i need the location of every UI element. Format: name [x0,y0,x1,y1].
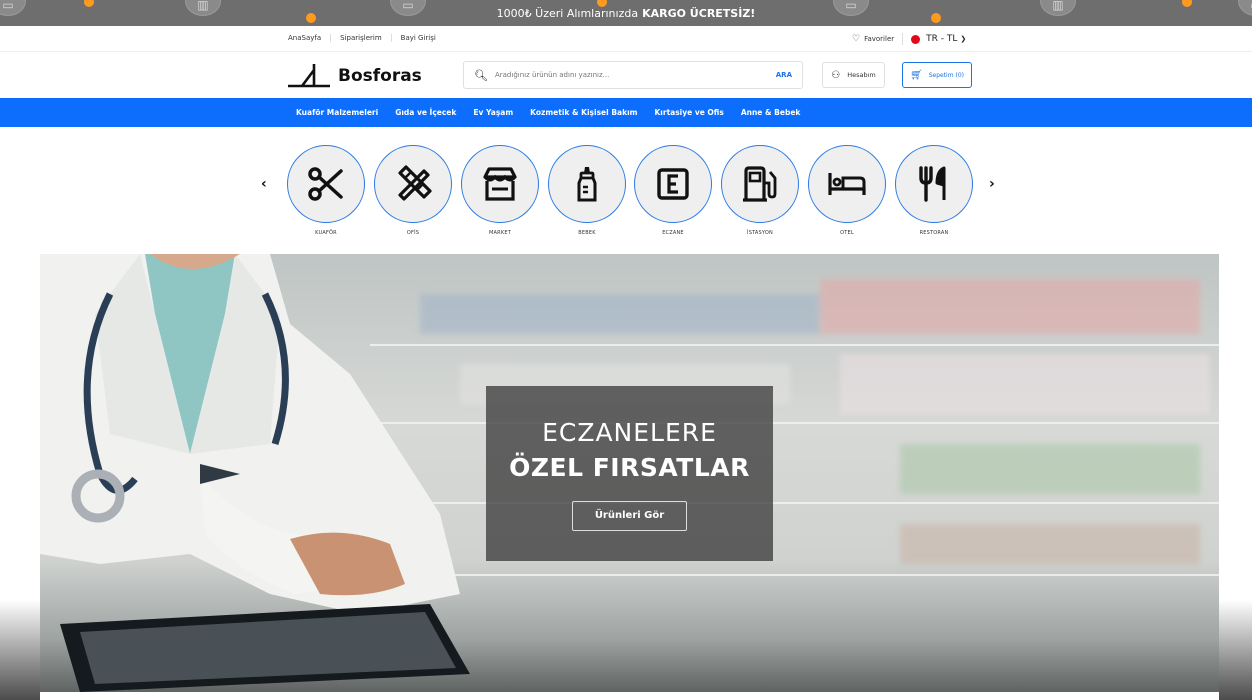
sector-label: KUAFÖR [315,230,337,236]
cart-button[interactable]: 🛒︎ Sepetim (0) [902,62,972,88]
view-products-button[interactable]: Ürünleri Gör [572,501,687,531]
sector-circle [721,145,799,223]
bed-icon [828,173,866,195]
search-button[interactable]: ARA [776,71,792,79]
chevron-left-icon[interactable]: ‹ [261,176,267,192]
sector-circle [461,145,539,223]
pharmacy-icon [657,168,689,200]
sector-label: İSTASYON [747,230,773,236]
sector-item[interactable]: KUAFÖR [287,145,365,236]
announcement-bar: ▭ ▥ ▭ 1000₺ Üzeri Alımlarınızda KARGO ÜC… [0,0,1252,26]
decor-dot [931,13,941,23]
sector-circle [548,145,626,223]
sector-circle [895,145,973,223]
language-currency-select[interactable]: TR - TL [926,34,957,44]
cart-icon: 🛒︎ [910,69,923,81]
sector-item[interactable]: BEBEK [548,145,626,236]
link-home[interactable]: AnaSayfa [288,34,332,42]
category-food-drink[interactable]: Gıda ve İçecek [395,108,456,117]
decor-dot [84,0,94,7]
user-icon: ⚇ [831,69,841,81]
sector-label: MARKET [489,230,511,236]
turkey-flag-icon [911,34,921,44]
search-icon[interactable]: 🔍︎ [474,69,488,82]
logo-mark-icon [288,64,330,88]
store-icon [483,167,517,201]
search-input[interactable] [494,71,776,79]
sector-label: RESTORAN [919,230,949,236]
sector-item[interactable]: İSTASYON [721,145,799,236]
sector-item[interactable]: MARKET [461,145,539,236]
hero-banner[interactable]: ECZANELERE ÖZEL FIRSATLAR Ürünleri Gör [40,254,1219,692]
fork-knife-icon [919,166,946,202]
page-edge-shadow [1219,600,1252,700]
gift-icon: ▭ [390,0,426,16]
top-nav: AnaSayfa Siparişlerim Bayi Girişi ♡ Favo… [0,26,1252,52]
gift-icon: ▭ [0,0,26,16]
logo[interactable]: Bosforas [286,62,422,90]
search-box: 🔍︎ ARA [463,61,803,89]
category-home-living[interactable]: Ev Yaşam [473,108,513,117]
gift-icon: ▥ [1040,0,1076,16]
office-tools-icon [398,165,432,201]
chevron-down-icon[interactable]: ❯ [960,35,966,43]
top-nav-right: ♡ Favoriler TR - TL ❯ [852,33,966,45]
hero-title-line2: ÖZEL FIRSATLAR [509,453,750,482]
page-edge-shadow [0,600,40,700]
category-bar: Kuaför Malzemeleri Gıda ve İçecek Ev Yaş… [0,98,1252,127]
sector-circle [374,145,452,223]
link-orders[interactable]: Siparişlerim [331,34,392,42]
shelf-blur [900,444,1200,494]
link-dealer-login[interactable]: Bayi Girişi [392,34,445,42]
site-header: Bosforas 🔍︎ ARA ⚇ Hesabım 🛒︎ Sepetim (0) [0,52,1252,98]
sector-circle [808,145,886,223]
scissors-icon [308,167,343,201]
decor-dot [1182,0,1192,7]
sector-label: OFİS [406,230,420,236]
top-nav-links: AnaSayfa Siparişlerim Bayi Girişi [288,34,445,42]
sector-circle [287,145,365,223]
sector-label: OTEL [840,230,854,236]
divider [902,33,904,45]
shelf-blur [900,524,1200,564]
gift-icon: ▭ [833,0,869,16]
sector-item[interactable]: RESTORAN [895,145,973,236]
logo-text: Bosforas [338,66,422,86]
announcement-text: 1000₺ Üzeri Alımlarınızda [496,6,639,20]
hero-title-line1: ECZANELERE [542,418,717,447]
gift-icon: ▭ [1238,0,1252,16]
favorites-link[interactable]: Favoriler [864,35,894,43]
sector-label: ECZANE [662,230,684,236]
baby-bottle-icon [577,167,597,202]
heart-icon[interactable]: ♡ [852,34,860,44]
sector-carousel: ‹ KUAFÖR OFİS MARKET BEBEK ECZANE İSTASY… [0,140,1252,240]
hero-promo-box: ECZANELERE ÖZEL FIRSATLAR Ürünleri Gör [486,386,773,561]
gift-icon: ▥ [185,0,221,16]
announcement-highlight: KARGO ÜCRETSİZ! [642,6,756,20]
category-stationery[interactable]: Kırtasiye ve Ofis [654,108,723,117]
doctor-illustration [40,254,470,692]
decor-dot [306,13,316,23]
sector-item[interactable]: OFİS [374,145,452,236]
category-cosmetics[interactable]: Kozmetik & Kişisel Bakım [530,108,637,117]
cart-label: Sepetim (0) [928,71,964,79]
sector-label: BEBEK [578,230,596,236]
shelf-blur [820,279,1200,334]
sector-circle [634,145,712,223]
shelf-blur [840,354,1210,414]
account-label: Hesabım [847,71,876,79]
sector-item[interactable]: ECZANE [634,145,712,236]
category-hairdresser[interactable]: Kuaför Malzemeleri [296,108,378,117]
fuel-pump-icon [743,166,777,202]
category-mother-baby[interactable]: Anne & Bebek [741,108,801,117]
sector-item[interactable]: OTEL [808,145,886,236]
chevron-right-icon[interactable]: › [989,176,995,192]
account-button[interactable]: ⚇ Hesabım [822,62,885,88]
